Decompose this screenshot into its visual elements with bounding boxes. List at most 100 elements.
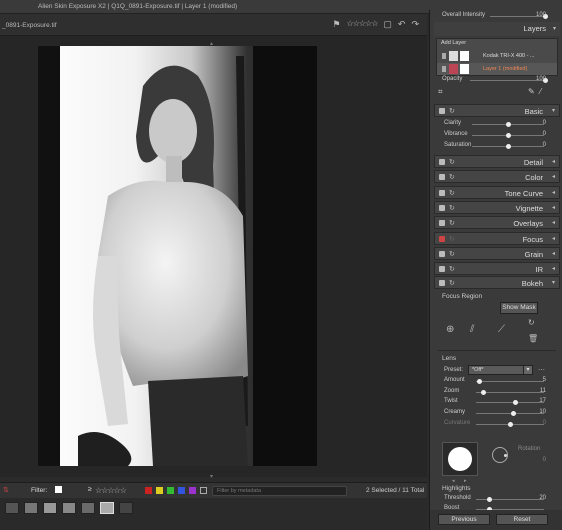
layer-row[interactable]: Kodak TRI-X 400 - ...: [437, 50, 557, 62]
toggle-icon[interactable]: [439, 174, 445, 181]
slider-knob[interactable]: [512, 400, 518, 406]
shape-next-icon[interactable]: ▸: [464, 478, 467, 484]
color-filter-swatch[interactable]: [189, 487, 196, 494]
trash-icon[interactable]: 🗑: [528, 334, 538, 343]
color-filter-swatch[interactable]: [156, 487, 163, 494]
show-mask-button[interactable]: Show Mask: [500, 302, 538, 314]
section-detail[interactable]: ↻ Detail ◂: [434, 155, 560, 168]
section-title: Detail: [523, 158, 543, 167]
slider-value: 20: [539, 495, 546, 501]
section-color[interactable]: ↻ Color ◂: [434, 170, 560, 184]
slider-knob[interactable]: [510, 411, 516, 417]
eyedropper-icon[interactable]: ⁄: [540, 87, 541, 96]
reset-icon[interactable]: ↻: [449, 107, 455, 115]
thumbnail[interactable]: [43, 502, 57, 514]
add-layer-button[interactable]: Add Layer: [441, 40, 466, 46]
no-color-filter-swatch[interactable]: [200, 487, 207, 494]
reset-icon[interactable]: ↻: [449, 158, 455, 166]
brush-icon[interactable]: ✎: [528, 87, 535, 96]
flag-icon[interactable]: ⚑: [332, 19, 340, 30]
rotation-dial[interactable]: [492, 447, 508, 463]
thumbnail[interactable]: [119, 502, 133, 514]
thumbnail[interactable]: [100, 502, 114, 514]
reset-icon[interactable]: ↻: [449, 189, 455, 197]
radial-focus-icon[interactable]: ⊕: [446, 324, 454, 335]
reset-icon[interactable]: ↻: [449, 279, 455, 287]
image-canvas[interactable]: ▴ ▾: [0, 36, 427, 480]
layers-title: Layers: [523, 24, 546, 33]
adjustment-panel: Overall Intensity 100 Layers ▾ Add Layer…: [429, 10, 562, 530]
color-filter-swatch[interactable]: [167, 487, 174, 494]
reset-button[interactable]: Reset: [496, 514, 548, 525]
rotate-left-icon[interactable]: ↶: [398, 19, 406, 30]
section-ir[interactable]: ↻ IR ◂: [434, 262, 560, 276]
refresh-icon[interactable]: ↻: [528, 318, 535, 327]
reset-icon[interactable]: ↻: [449, 250, 455, 258]
section-overlays[interactable]: ↻ Overlays ◂: [434, 216, 560, 230]
color-filter-swatch[interactable]: [178, 487, 185, 494]
collapse-top-icon[interactable]: ▴: [210, 40, 213, 47]
section-vignette[interactable]: ↻ Vignette ◂: [434, 200, 560, 214]
section-title: Color: [525, 173, 543, 183]
rating-operator[interactable]: ≥: [88, 486, 92, 493]
thumbnail[interactable]: [62, 502, 76, 514]
toggle-icon[interactable]: [439, 204, 445, 211]
visibility-icon[interactable]: [442, 53, 446, 59]
slider-knob[interactable]: [505, 122, 511, 127]
reset-icon[interactable]: ↻: [449, 235, 455, 243]
layers-header[interactable]: Layers ▾: [434, 22, 560, 36]
section-tone-curve[interactable]: ↻ Tone Curve ◂: [434, 185, 560, 199]
color-label-icon[interactable]: ▢: [383, 19, 392, 30]
layer-row[interactable]: Layer 1 (modified): [437, 63, 557, 75]
previous-button[interactable]: Previous: [438, 514, 490, 525]
slider-knob[interactable]: [505, 133, 511, 138]
toggle-icon[interactable]: [439, 280, 445, 286]
reset-icon[interactable]: ↻: [449, 265, 455, 273]
rating-filter[interactable]: ☆☆☆☆☆: [95, 486, 127, 495]
rotation-handle[interactable]: [504, 454, 507, 457]
thumbnail[interactable]: [24, 502, 38, 514]
slider-knob[interactable]: [505, 144, 511, 149]
reset-icon[interactable]: ↻: [449, 204, 455, 212]
toggle-icon[interactable]: [439, 220, 445, 227]
section-grain[interactable]: ↻ Grain ◂: [434, 246, 560, 260]
planar-focus-icon[interactable]: ⫽: [470, 324, 474, 335]
visibility-icon[interactable]: [442, 66, 446, 72]
slider-knob[interactable]: [507, 421, 513, 427]
filter-label: Filter:: [31, 487, 48, 494]
toggle-icon[interactable]: [439, 250, 445, 257]
section-basic[interactable]: ↻ Basic ▾: [434, 104, 560, 117]
bokeh-shape: [448, 447, 472, 471]
layer-name: Kodak TRI-X 400 - ...: [483, 53, 535, 59]
metadata-search-input[interactable]: Filter by metadata: [212, 486, 347, 496]
thumbnail[interactable]: [5, 502, 19, 514]
section-focus[interactable]: ↻ Focus ◂: [434, 231, 560, 245]
toggle-icon[interactable]: [439, 235, 445, 242]
slider-knob[interactable]: [487, 497, 493, 502]
thumbnail[interactable]: [81, 502, 95, 514]
toggle-icon[interactable]: [439, 266, 445, 273]
reset-icon[interactable]: ↻: [449, 173, 455, 181]
rotate-right-icon[interactable]: ↷: [411, 19, 419, 30]
collapse-bottom-icon[interactable]: ▾: [210, 473, 213, 480]
tilt-focus-icon[interactable]: ⟋: [498, 324, 505, 335]
rating-stars[interactable]: ☆☆☆☆☆: [347, 19, 379, 30]
sort-icon[interactable]: ⇅: [3, 486, 9, 494]
shape-prev-icon[interactable]: ◂: [452, 478, 455, 484]
toggle-icon[interactable]: [439, 108, 445, 114]
bokeh-shape-preview[interactable]: [442, 442, 478, 476]
toggle-icon[interactable]: [439, 189, 445, 196]
slider-value: 5: [542, 377, 546, 383]
toggle-icon[interactable]: [439, 159, 445, 165]
flag-filter-icon[interactable]: [55, 486, 62, 493]
slider-knob[interactable]: [480, 389, 486, 395]
slider-knob[interactable]: [476, 379, 482, 384]
section-bokeh[interactable]: ↻ Bokeh ▾: [434, 276, 560, 289]
preset-options-icon[interactable]: ⋯: [538, 366, 545, 374]
layer-thumbnail: [449, 51, 458, 61]
preset-select[interactable]: *Off*: [468, 365, 528, 375]
reset-icon[interactable]: ↻: [449, 219, 455, 227]
color-filter-swatch[interactable]: [145, 487, 152, 494]
preset-dropdown-icon[interactable]: ▾: [523, 365, 533, 375]
crop-icon[interactable]: ⌗: [438, 87, 443, 97]
